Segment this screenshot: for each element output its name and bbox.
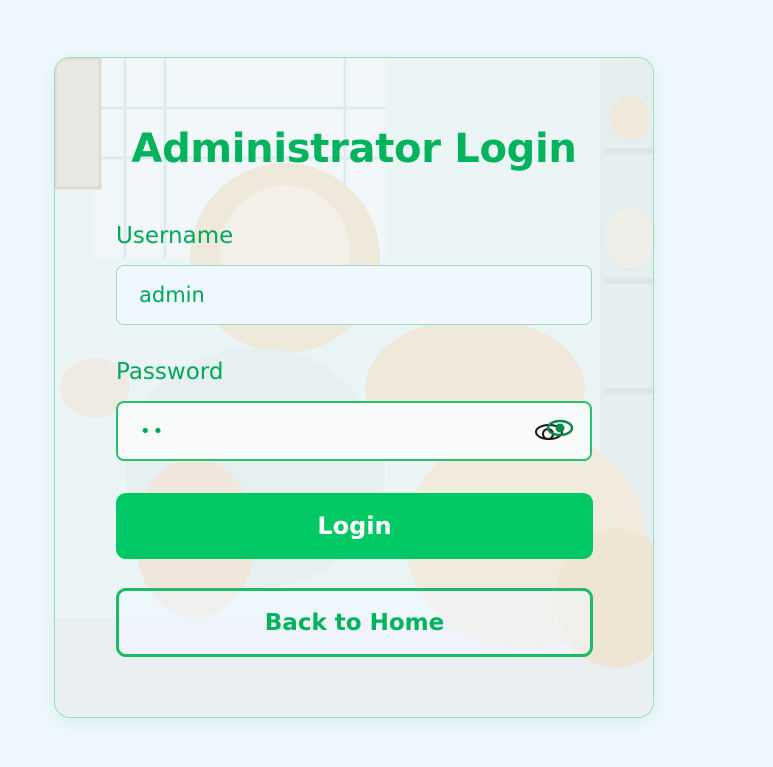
eye-icon[interactable]: [533, 415, 577, 445]
username-input[interactable]: [116, 265, 592, 325]
password-label: Password: [116, 359, 224, 385]
page-title: Administrator Login: [131, 126, 577, 172]
login-button[interactable]: Login: [116, 493, 593, 559]
password-input[interactable]: [116, 401, 592, 461]
login-card: Administrator Login Username Password Lo…: [54, 57, 654, 718]
username-label: Username: [116, 223, 234, 249]
back-to-home-button[interactable]: Back to Home: [116, 588, 593, 657]
login-form: Administrator Login Username Password Lo…: [55, 58, 653, 717]
